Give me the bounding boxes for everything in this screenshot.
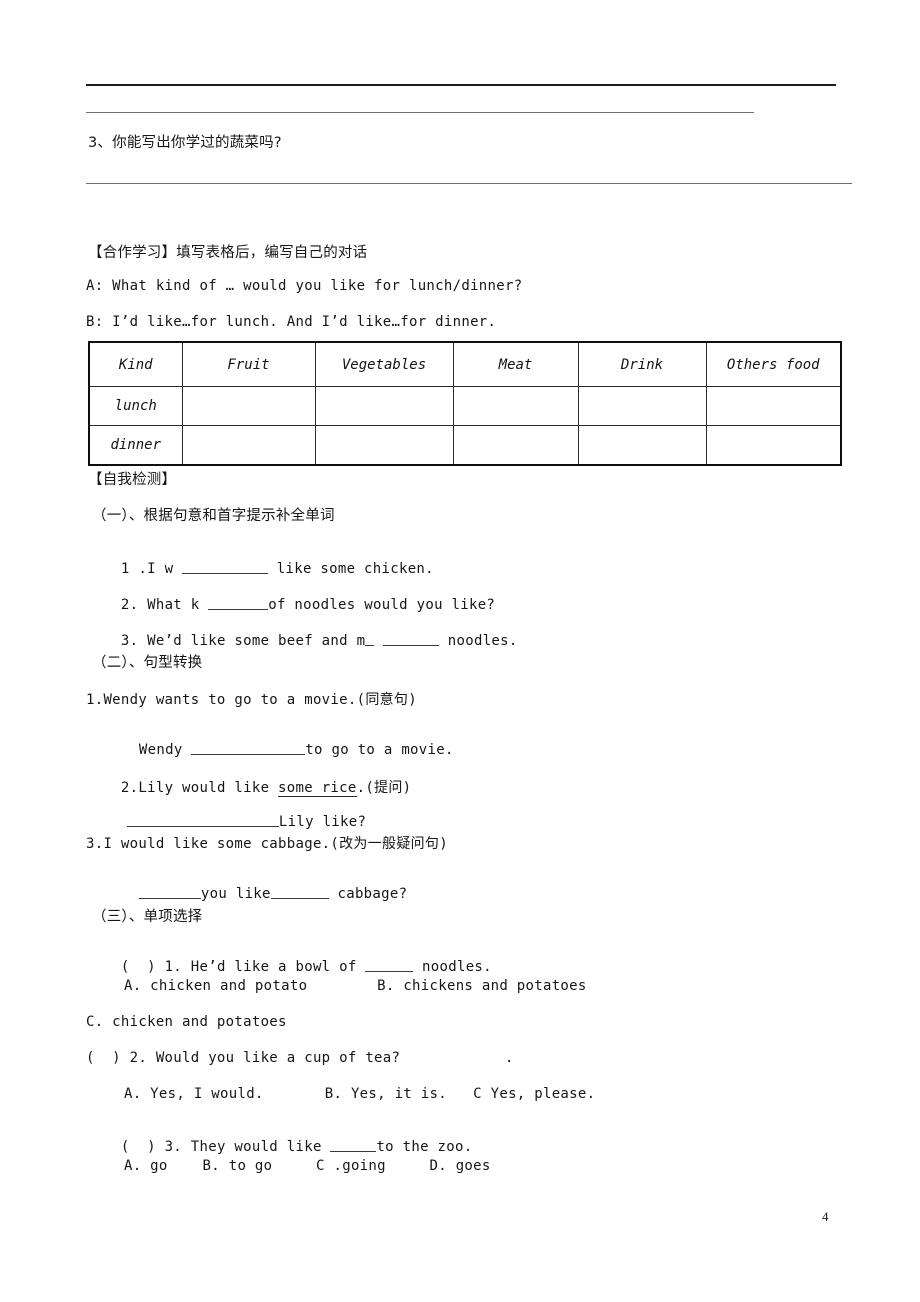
prompt-text-pre: 2.Lily would like [120, 780, 279, 796]
section-two-item-1-prompt: 1.Wendy wants to go to a movie.(同意句) [86, 692, 417, 708]
table-header-cell: Drink [577, 341, 707, 387]
answer-rule-after-q3 [86, 183, 852, 184]
section-three-title: （三）、单项选择 [92, 909, 203, 925]
table-row-label: dinner [88, 425, 183, 466]
fill-blank[interactable] [330, 1138, 377, 1152]
cooperative-learning-heading: 【合作学习】填写表格后，编写自己的对话 [88, 245, 368, 261]
fill-blank[interactable] [383, 632, 440, 646]
section-two-item-3-prompt: 3.I would like some cabbage.(改为一般疑问句) [86, 836, 448, 852]
table-header-row: Kind Fruit Vegetables Meat Drink Others … [88, 341, 842, 387]
self-test-heading: 【自我检测】 [88, 472, 177, 488]
section-two-title: （二）、句型转换 [92, 655, 203, 671]
table-header-cell: Fruit [181, 341, 316, 387]
food-plan-table: Kind Fruit Vegetables Meat Drink Others … [88, 341, 842, 466]
table-header-cell: Kind [88, 341, 183, 387]
answer-text-post: cabbage? [328, 885, 408, 902]
answer-rule-top-heavy [86, 84, 836, 86]
prompt-text-post: .(提问) [356, 780, 412, 796]
table-cell-input[interactable] [181, 425, 316, 466]
mc-item-2-stem: ( ) 2. Would you like a cup of tea? . [86, 1050, 514, 1066]
fill-blank[interactable] [365, 958, 414, 972]
table-cell-input[interactable] [452, 425, 579, 466]
stem-text-post: noodles. [413, 958, 492, 975]
fill-blank-short[interactable] [365, 632, 375, 646]
table-cell-input[interactable] [705, 425, 842, 466]
table-row-label: lunch [88, 386, 183, 426]
table-cell-input[interactable] [577, 425, 707, 466]
table-header-cell: Vegetables [314, 341, 454, 387]
table-cell-input[interactable] [577, 386, 707, 426]
answer-text-post: Lily like? [278, 813, 367, 830]
fill-blank[interactable] [182, 560, 269, 574]
table-cell-input[interactable] [314, 425, 454, 466]
mc-item-2-options-line1[interactable]: A. Yes, I would. B. Yes, it is. C Yes, p… [124, 1086, 595, 1102]
fill-blank[interactable] [138, 885, 201, 899]
table-cell-input[interactable] [705, 386, 842, 426]
stem-text-post: to the zoo. [376, 1138, 473, 1155]
table-header-cell: Others food [705, 341, 842, 387]
mc-item-1-options-line2[interactable]: C. chicken and potatoes [86, 1014, 287, 1030]
mc-item-3-options-line1[interactable]: A. go B. to go C .going D. goes [124, 1158, 491, 1174]
answer-text-post: to go to a movie. [305, 741, 454, 758]
blank-gap [374, 633, 383, 649]
mc-item-1-options-line1[interactable]: A. chicken and potato B. chickens and po… [124, 978, 587, 994]
table-row: lunch [88, 386, 842, 426]
table-cell-input[interactable] [314, 386, 454, 426]
underlined-phrase: some rice [278, 780, 357, 797]
item-text-pre: 2. What k [120, 596, 209, 613]
table-header-cell: Meat [452, 341, 579, 387]
worksheet-page: 3、你能写出你学过的蔬菜吗? 【合作学习】填写表格后，编写自己的对话 A: Wh… [0, 0, 920, 1302]
table-cell-input[interactable] [181, 386, 316, 426]
stem-text-pre: ( ) 1. He’d like a bowl of [120, 958, 366, 975]
dialogue-line-b: B: I’d like…for lunch. And I’d like…for … [86, 314, 497, 330]
item-text-post: noodles. [439, 632, 518, 649]
item-text-pre: 3. We’d like some beef and m [120, 632, 366, 649]
item-text-pre: 1 .I w [120, 560, 183, 577]
fill-blank[interactable] [191, 741, 306, 755]
item-text-post: of noodles would you like? [268, 596, 496, 613]
dialogue-line-a: A: What kind of … would you like for lun… [86, 278, 523, 294]
table-row: dinner [88, 425, 842, 466]
page-number: 4 [822, 1209, 829, 1224]
answer-text-mid: you like [200, 885, 271, 902]
answer-rule-top-light [86, 112, 754, 113]
answer-text-pre: Wendy [138, 741, 192, 758]
section-one-title: （一）、根据句意和首字提示补全单词 [92, 508, 335, 524]
stem-text-pre: ( ) 3. They would like [120, 1138, 331, 1155]
fill-blank[interactable] [126, 813, 279, 827]
fill-blank[interactable] [270, 885, 329, 899]
table-cell-input[interactable] [452, 386, 579, 426]
fill-blank[interactable] [208, 596, 269, 610]
question-3-text: 3、你能写出你学过的蔬菜吗? [88, 135, 282, 151]
item-text-post: like some chicken. [268, 560, 434, 577]
